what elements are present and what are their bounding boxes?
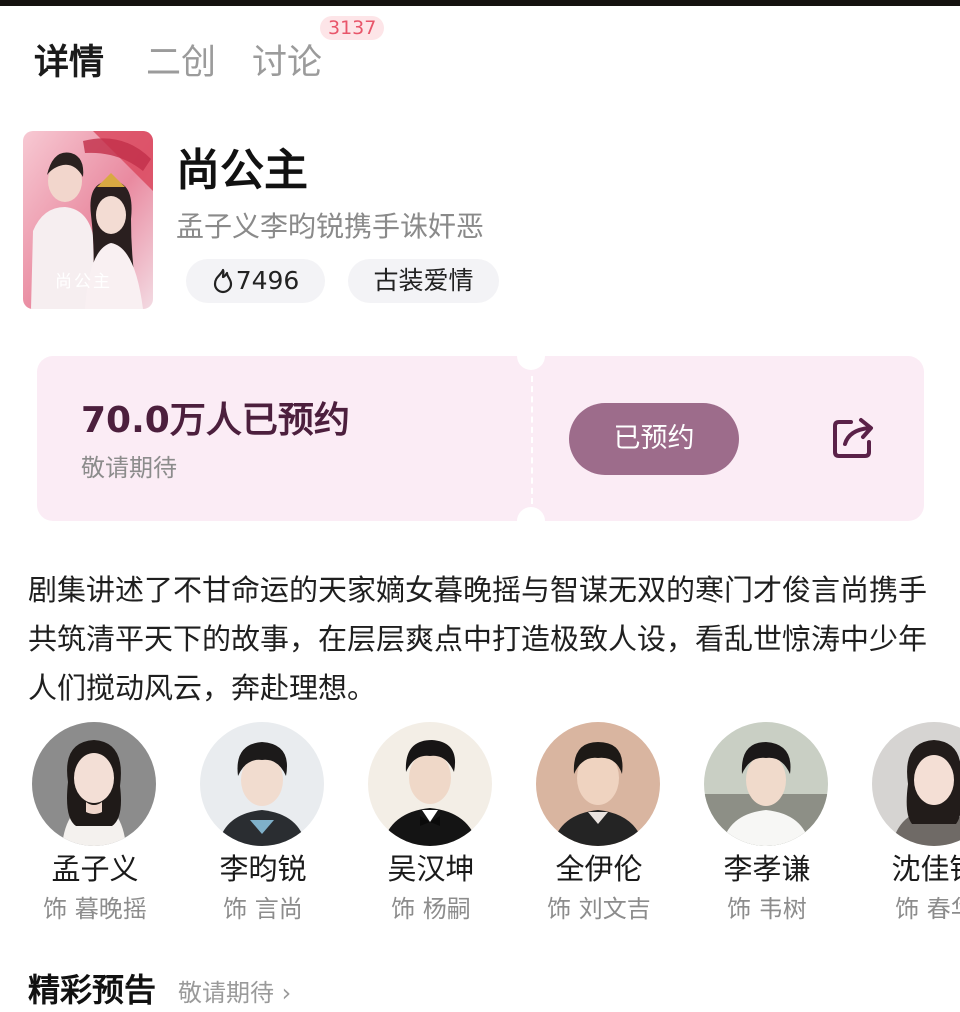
- show-tagline: 孟子义李昀锐携手诛奸恶: [176, 210, 485, 243]
- cast-name: 沈佳钰: [891, 852, 960, 886]
- discussion-count-badge: 3137: [320, 16, 385, 40]
- avatar: [872, 722, 960, 846]
- cast-role: 饰 刘文吉: [547, 895, 651, 923]
- cast-name: 吴汉坤: [387, 852, 475, 886]
- cast-role: 饰 言尚: [223, 895, 303, 923]
- section-title-trailers: 精彩预告: [28, 971, 157, 1009]
- share-button[interactable]: [829, 414, 877, 462]
- synopsis-text: 剧集讲述了不甘命运的天家嫡女暮晚摇与智谋无双的寒门才俊言尚携手共筑清平天下的故事…: [28, 573, 928, 705]
- share-icon: [833, 418, 873, 458]
- cast-member[interactable]: 全伊伦 饰 刘文吉: [534, 720, 664, 930]
- poster-caption-logo: 尚公主: [55, 272, 112, 292]
- cast-name: 李孝谦: [723, 852, 811, 886]
- cast-role: 饰 春华: [895, 895, 960, 923]
- tab-fan-creations[interactable]: 二创: [146, 38, 216, 88]
- status-bar-strip: [0, 0, 960, 6]
- heat-chip[interactable]: 7496: [186, 259, 325, 303]
- avatar: [32, 722, 156, 846]
- reservation-count: 70.0万人已预约: [81, 400, 350, 441]
- cast-role: 饰 韦树: [727, 895, 807, 923]
- reserved-button[interactable]: 已预约: [569, 403, 739, 475]
- show-title: 尚公主: [176, 145, 308, 196]
- avatar: [536, 722, 660, 846]
- cast-member[interactable]: 吴汉坤 饰 杨嗣: [366, 720, 496, 930]
- cast-member[interactable]: 孟子义 饰 暮晚摇: [30, 720, 160, 930]
- cast-list: 孟子义 饰 暮晚摇 李昀锐 饰 言尚 吴汉坤 饰 杨嗣 全伊伦 饰 刘文吉 李孝…: [30, 720, 960, 930]
- flame-icon: [213, 268, 232, 294]
- reservation-subtext: 敬请期待: [81, 454, 177, 482]
- ticket-notch-bottom: [517, 507, 545, 521]
- cast-role: 饰 暮晚摇: [43, 895, 147, 923]
- avatar: [200, 722, 324, 846]
- heat-value: 7496: [235, 266, 300, 295]
- cast-name: 全伊伦: [555, 852, 643, 886]
- show-poster[interactable]: 尚公主: [23, 131, 153, 309]
- genre-chip[interactable]: 古装爱情: [348, 259, 499, 303]
- reservation-card: 70.0万人已预约 敬请期待 已预约: [37, 356, 924, 521]
- avatar: [368, 722, 492, 846]
- cast-name: 李昀锐: [219, 852, 307, 886]
- avatar: [704, 722, 828, 846]
- tab-discussion[interactable]: 讨论: [252, 38, 322, 88]
- cast-member[interactable]: 李孝谦 饰 韦树: [702, 720, 832, 930]
- ticket-notch-top: [517, 356, 545, 370]
- cast-role: 饰 杨嗣: [391, 895, 471, 923]
- cast-member[interactable]: 沈佳钰 饰 春华: [870, 720, 960, 930]
- tab-details[interactable]: 详情: [34, 38, 104, 88]
- cast-name: 孟子义: [51, 852, 139, 886]
- cast-member[interactable]: 李昀锐 饰 言尚: [198, 720, 328, 930]
- ticket-divider: [531, 376, 533, 504]
- section-subtitle-link[interactable]: 敬请期待 ›: [178, 976, 291, 1010]
